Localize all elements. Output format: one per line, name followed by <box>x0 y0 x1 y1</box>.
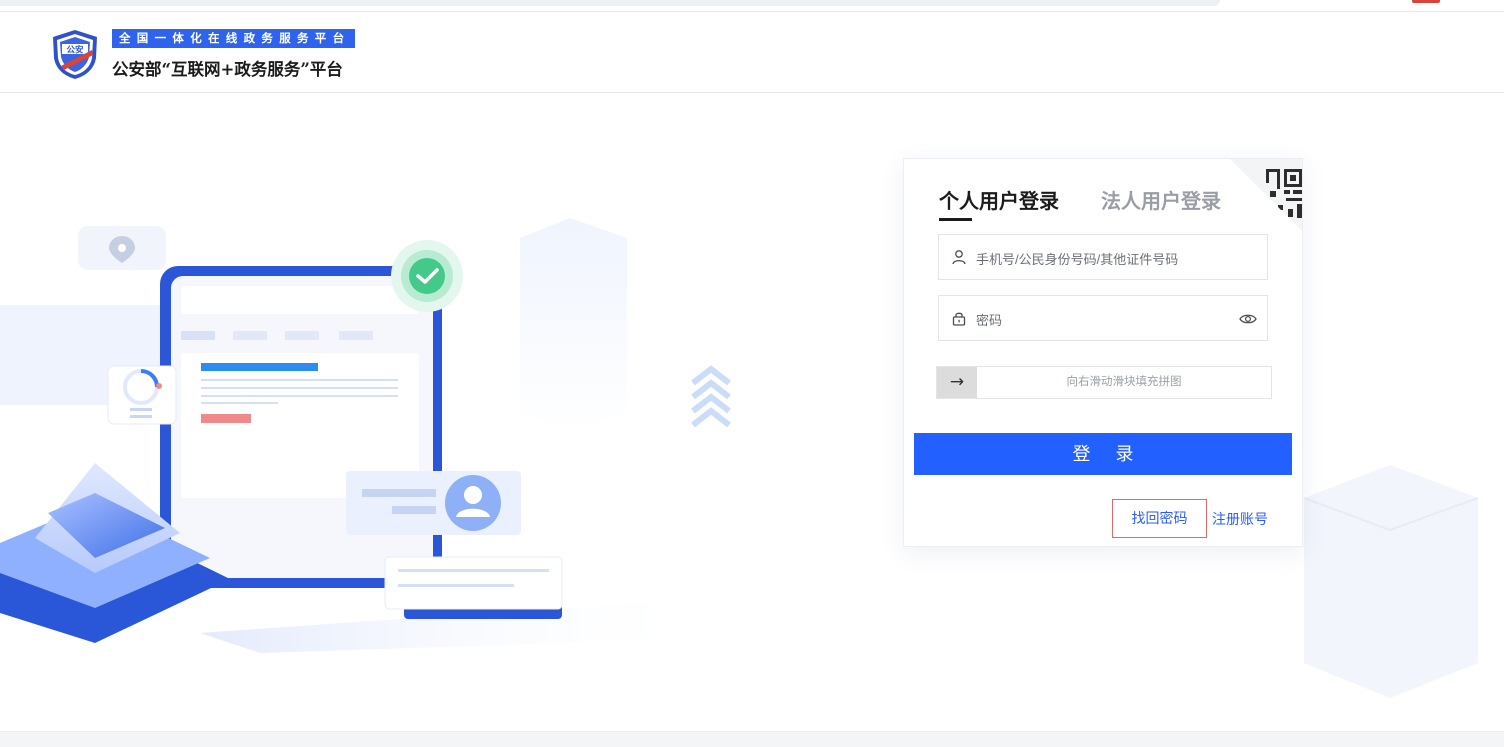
slider-handle[interactable]: → <box>937 367 977 398</box>
main-area: 个人用户登录 法人用户登录 手机号/公民身份号码/其他证件号码 密码 → 向右滑… <box>0 93 1504 731</box>
lock-icon <box>952 312 966 326</box>
slider-captcha: → 向右滑动滑块填充拼图 <box>936 366 1272 399</box>
site-header: 公安 全国一体化在线政务服务平台 公安部“互联网+政务服务”平台 <box>0 12 1504 93</box>
user-icon <box>952 250 966 265</box>
forgot-password-link[interactable]: 找回密码 <box>1112 499 1207 538</box>
top-red-marker <box>1412 0 1440 3</box>
eye-icon[interactable] <box>1239 311 1257 327</box>
username-field[interactable]: 手机号/公民身份号码/其他证件号码 <box>938 234 1268 280</box>
register-link[interactable]: 注册账号 <box>1212 509 1268 529</box>
bg-cube-shape <box>1304 465 1478 698</box>
login-button[interactable]: 登 录 <box>914 433 1292 475</box>
password-field[interactable]: 密码 <box>938 295 1268 341</box>
shield-logo-icon[interactable]: 公安 <box>50 28 100 80</box>
footer-strip <box>0 731 1504 747</box>
platform-name: 公安部“互联网+政务服务”平台 <box>112 60 343 79</box>
chevron-up-icon <box>691 365 731 428</box>
tab-legal-login[interactable]: 法人用户登录 <box>1101 185 1221 214</box>
logo-text: 公安 <box>66 45 84 56</box>
tab-personal-login[interactable]: 个人用户登录 <box>939 185 1059 221</box>
qr-code-icon[interactable] <box>1230 159 1302 231</box>
checkmark-icon <box>409 258 445 294</box>
username-placeholder: 手机号/公民身份号码/其他证件号码 <box>976 252 1179 267</box>
login-card: 个人用户登录 法人用户登录 手机号/公民身份号码/其他证件号码 密码 → 向右滑… <box>903 158 1303 547</box>
top-bar-shape <box>0 0 1220 6</box>
national-platform-tagline: 全国一体化在线政务服务平台 <box>112 29 355 48</box>
slider-hint: 向右滑动滑块填充拼图 <box>1066 376 1182 388</box>
bg-building-shape <box>520 218 627 433</box>
message-card-shape <box>384 556 563 610</box>
browser-top-strip <box>0 0 1504 12</box>
password-placeholder: 密码 <box>976 313 1003 328</box>
